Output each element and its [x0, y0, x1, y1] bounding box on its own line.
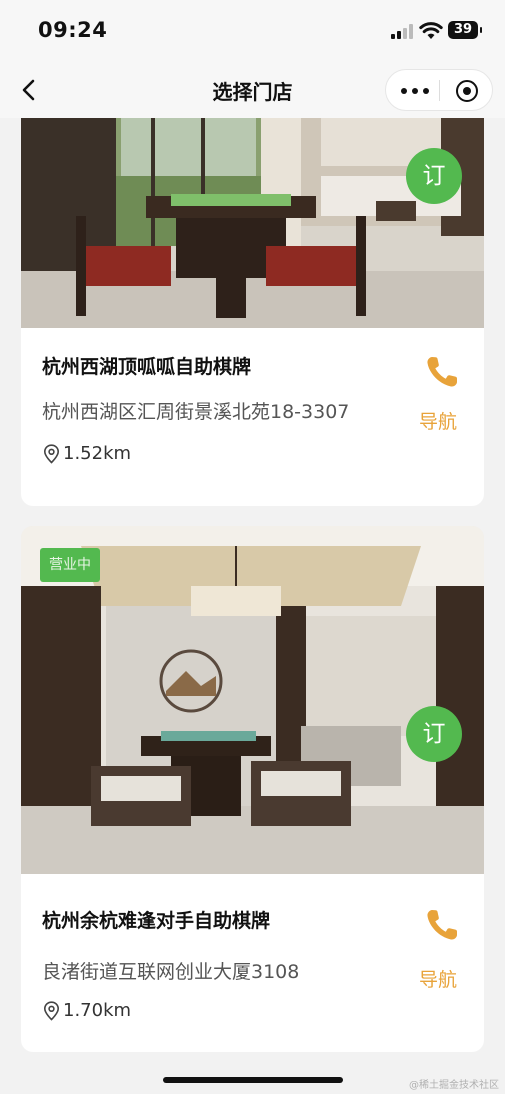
battery-icon: 39	[448, 21, 482, 39]
store-address: 杭州西湖区汇周街景溪北苑18-3307	[42, 401, 350, 423]
distance-value: 1.52km	[63, 443, 132, 464]
nav-bar: 选择门店	[0, 62, 505, 118]
phone-icon[interactable]	[423, 353, 461, 391]
store-photo	[21, 118, 484, 328]
status-bar: 09:24 39	[0, 0, 505, 62]
book-button[interactable]: 订	[406, 148, 462, 204]
location-pin-icon	[43, 1000, 60, 1021]
wifi-icon	[419, 22, 443, 39]
store-list[interactable]: 订 杭州西湖顶呱呱自助棋牌 杭州西湖区汇周街景溪北苑18-3307 1.52km…	[0, 118, 505, 1076]
store-name: 杭州余杭难逢对手自助棋牌	[42, 910, 271, 932]
navigate-link[interactable]: 导航	[419, 407, 457, 434]
store-card[interactable]: 营业中 订 杭州余杭难逢对手自助棋牌 良渚街道互联网创业大厦3108 1.70k…	[21, 526, 484, 1052]
status-badge: 营业中	[40, 548, 100, 582]
watermark: @稀土掘金技术社区	[409, 1080, 499, 1091]
store-address: 良渚街道互联网创业大厦3108	[42, 961, 300, 983]
store-distance: 1.70km	[43, 1000, 131, 1021]
store-name: 杭州西湖顶呱呱自助棋牌	[42, 356, 252, 378]
location-pin-icon	[43, 443, 60, 464]
navigate-link[interactable]: 导航	[419, 965, 457, 992]
more-icon[interactable]	[401, 88, 429, 94]
capsule-divider	[439, 80, 440, 101]
book-button[interactable]: 订	[406, 706, 462, 762]
distance-value: 1.70km	[63, 1000, 132, 1021]
miniprogram-capsule	[385, 69, 493, 111]
home-indicator[interactable]	[163, 1077, 343, 1083]
status-time: 09:24	[38, 18, 108, 42]
phone-icon[interactable]	[423, 906, 461, 944]
close-miniprogram-icon[interactable]	[456, 80, 478, 102]
store-distance: 1.52km	[43, 443, 131, 464]
signal-icon	[391, 23, 415, 39]
store-card[interactable]: 订 杭州西湖顶呱呱自助棋牌 杭州西湖区汇周街景溪北苑18-3307 1.52km…	[21, 118, 484, 506]
